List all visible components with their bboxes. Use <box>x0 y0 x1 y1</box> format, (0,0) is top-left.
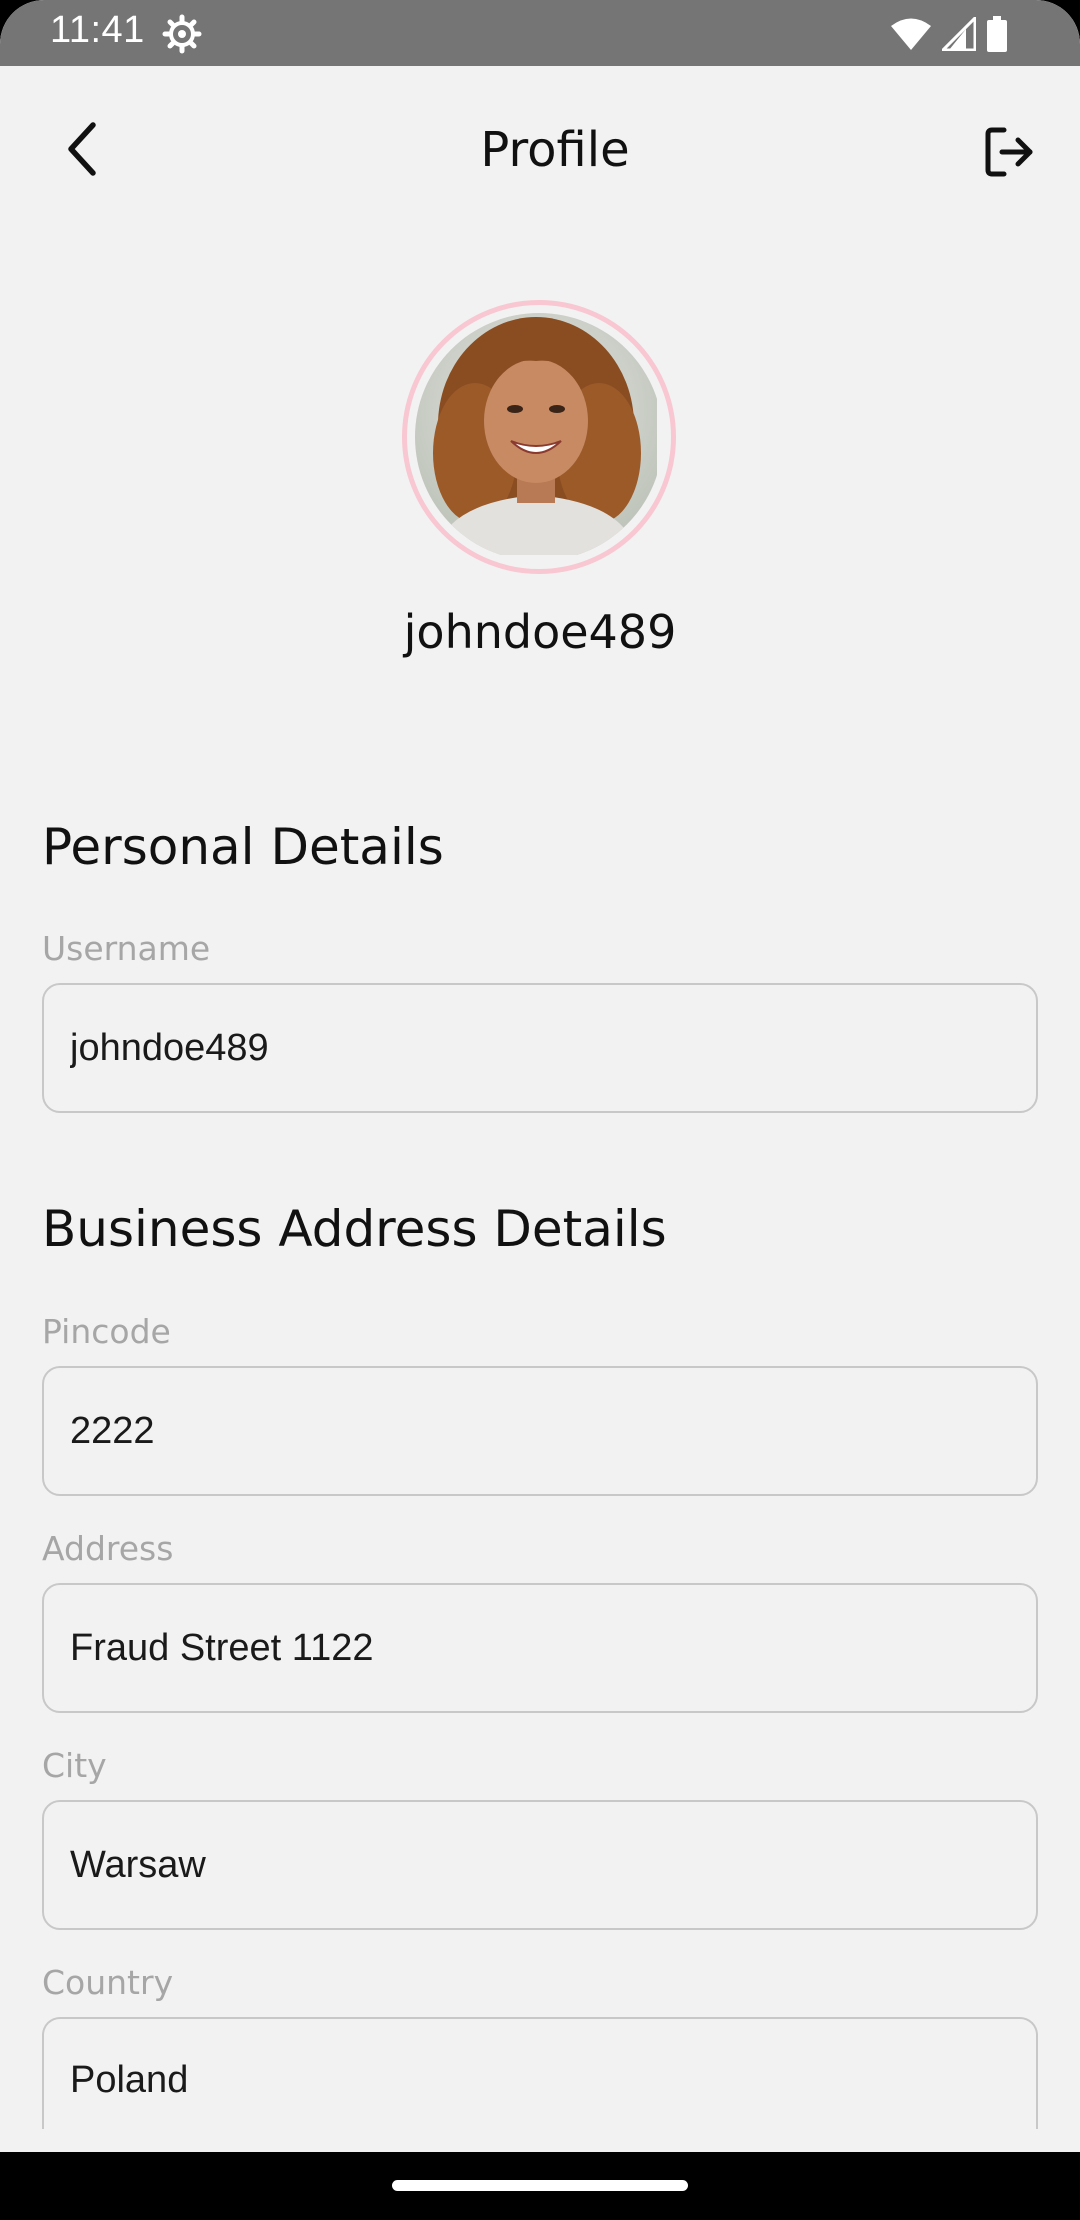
avatar-photo <box>415 313 663 561</box>
username-label: Username <box>42 929 211 968</box>
country-field[interactable] <box>42 2017 1038 2129</box>
profile-screen: 11:41 Profile johndoe489 Personal Detail… <box>0 0 1080 2220</box>
status-bar: 11:41 <box>0 0 1080 66</box>
address-label: Address <box>42 1529 174 1568</box>
address-field[interactable] <box>42 1583 1038 1713</box>
status-time: 11:41 <box>50 9 145 51</box>
country-label: Country <box>42 1963 174 2002</box>
status-icons <box>890 16 1008 52</box>
city-label: City <box>42 1746 107 1785</box>
business-address-title: Business Address Details <box>42 1200 667 1258</box>
gear-icon <box>162 14 202 54</box>
username-field[interactable] <box>42 983 1038 1113</box>
battery-icon <box>987 16 1007 52</box>
signal-icon <box>942 17 976 51</box>
personal-details-title: Personal Details <box>42 818 444 876</box>
person-photo-icon <box>415 313 657 555</box>
page-title: Profile <box>480 122 630 178</box>
header: Profile <box>0 66 1080 236</box>
profile-username: johndoe489 <box>403 605 677 659</box>
pincode-field[interactable] <box>42 1366 1038 1496</box>
logout-icon <box>985 127 1033 177</box>
city-field[interactable] <box>42 1800 1038 1930</box>
wifi-icon <box>891 18 931 50</box>
logout-button[interactable] <box>972 116 1044 188</box>
pincode-label: Pincode <box>42 1312 171 1351</box>
avatar[interactable] <box>402 300 676 574</box>
home-indicator[interactable] <box>392 2180 688 2191</box>
